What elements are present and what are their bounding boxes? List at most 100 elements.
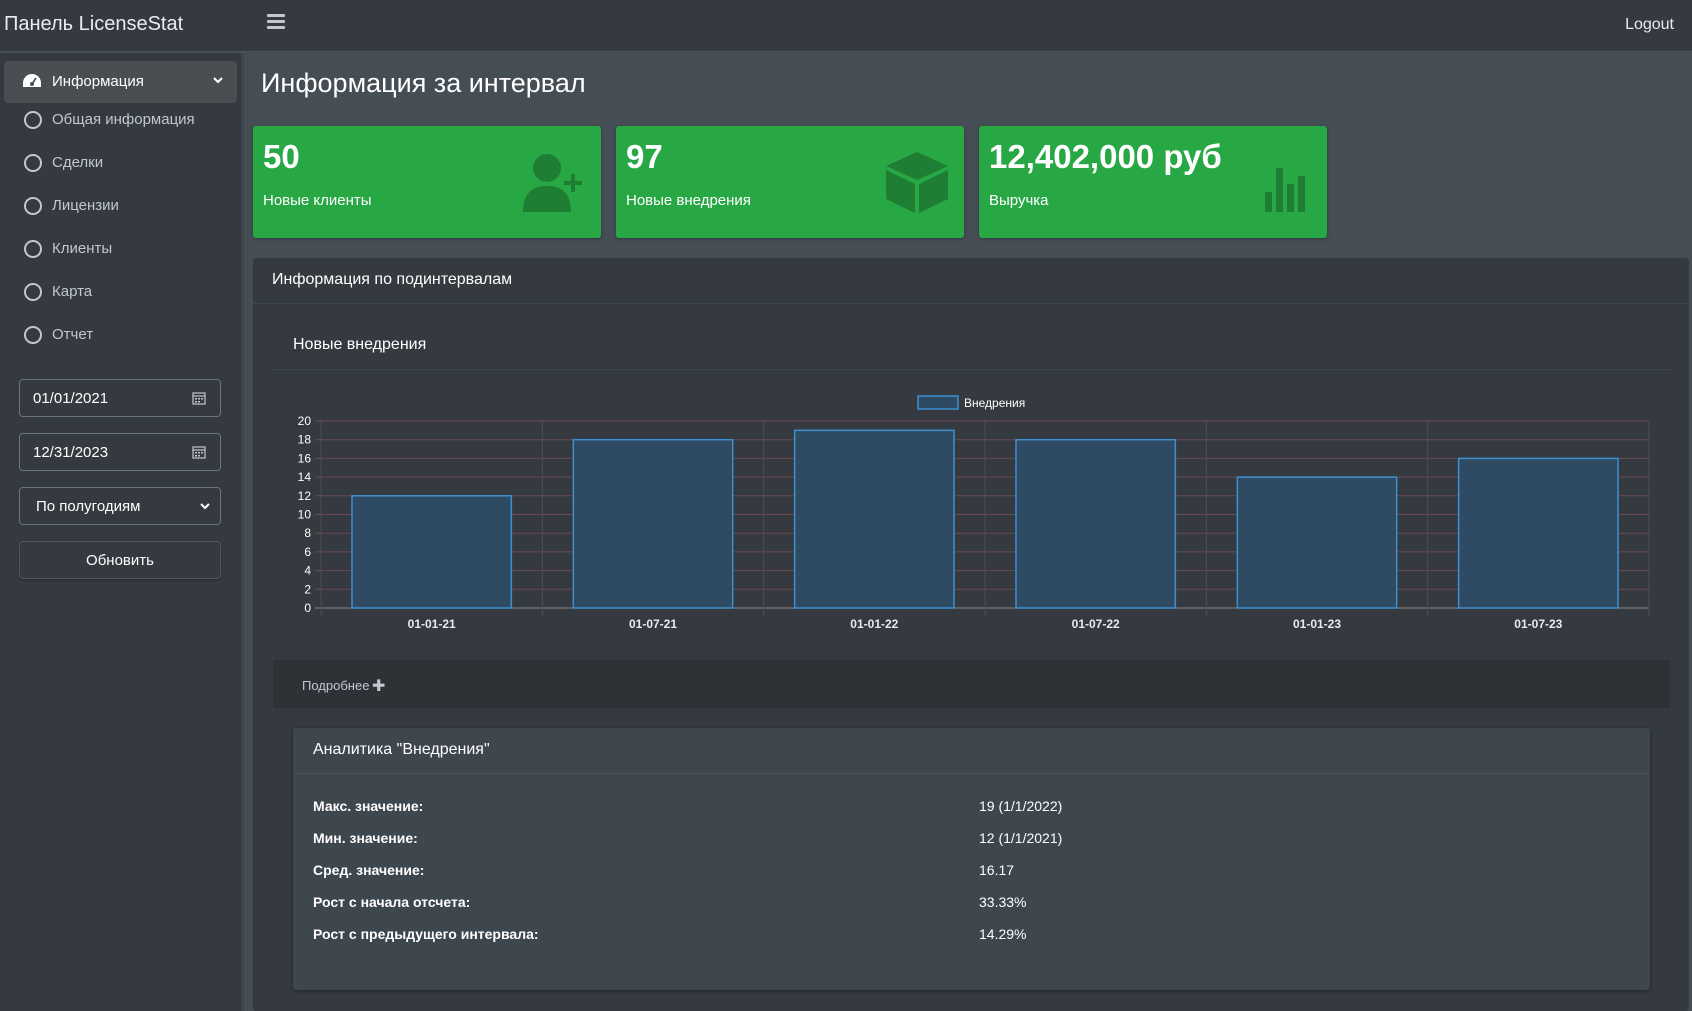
- y-tick-label: 12: [298, 489, 312, 503]
- circle-icon: [24, 283, 42, 301]
- user-plus-icon: [523, 154, 582, 212]
- deployments-bar-chart: 0 2 4 6 8 10 12 14 16 18 20 01-01-21 01-07-21 01-01-2…: [298, 395, 1650, 631]
- menu-toggle-icon[interactable]: [267, 14, 285, 30]
- date-to-value: 12/31/2023: [33, 444, 109, 461]
- page-title: Информация за интервал: [261, 68, 586, 98]
- legend-swatch: [917, 395, 959, 410]
- bar: [351, 495, 513, 609]
- date-to-input[interactable]: 12/31/2023: [19, 433, 221, 471]
- y-tick-label: 4: [304, 564, 311, 578]
- analytics-key: Макс. значение:: [313, 798, 424, 814]
- chart-card: Новые внедрения 0 2 4 6 8 10 12 14 16 18 20 01-01-2…: [273, 319, 1670, 709]
- interval-select-value: По полугодиям: [36, 498, 141, 515]
- bar: [793, 429, 955, 609]
- interval-select[interactable]: По полугодиям: [19, 487, 221, 525]
- sidebar-item-report[interactable]: Отчет: [4, 316, 237, 354]
- legend-label: Внедрения: [964, 396, 1025, 410]
- subinterval-card-title: Информация по подинтервалам: [272, 271, 513, 288]
- sidebar-item-label: Лицензии: [52, 197, 119, 214]
- x-tick-label: 01-01-22: [850, 617, 898, 631]
- stat-label: Выручка: [989, 192, 1049, 209]
- analytics-key: Сред. значение:: [313, 862, 425, 878]
- analytics-row: Мин. значение: 12 (1/1/2021): [313, 830, 1633, 854]
- x-tick-label: 01-01-23: [1293, 617, 1341, 631]
- analytics-value: 14.29%: [979, 926, 1027, 942]
- y-tick-label: 20: [298, 414, 312, 428]
- y-tick-label: 6: [304, 545, 311, 559]
- analytics-value: 16.17: [979, 862, 1015, 878]
- top-navbar: Панель LicenseStat Logout: [0, 0, 1692, 52]
- refresh-button[interactable]: Обновить: [19, 541, 221, 579]
- bar: [1236, 476, 1398, 609]
- details-toggle[interactable]: Подробнее ✚: [273, 660, 1670, 708]
- x-tick-label: 01-07-21: [629, 617, 677, 631]
- analytics-key: Рост с начала отсчета:: [313, 894, 471, 910]
- stat-value: 97: [626, 138, 663, 175]
- logout-link[interactable]: Logout: [1625, 16, 1674, 34]
- chart-title: Новые внедрения: [293, 336, 427, 353]
- circle-icon: [24, 197, 42, 215]
- details-label: Подробнее: [302, 678, 370, 693]
- brand-title[interactable]: Панель LicenseStat: [4, 13, 183, 36]
- sidebar-item-label: Клиенты: [52, 240, 113, 257]
- date-from-value: 01/01/2021: [33, 390, 109, 407]
- analytics-value: 12 (1/1/2021): [979, 830, 1063, 846]
- analytics-key: Мин. значение:: [313, 830, 418, 846]
- dashboard-icon: [23, 74, 41, 87]
- x-tick-label: 01-07-22: [1072, 617, 1120, 631]
- sidebar-item-label: Отчет: [52, 326, 94, 343]
- circle-icon: [24, 111, 42, 129]
- sidebar-item-label: Общая информация: [52, 111, 195, 128]
- date-from-input[interactable]: 01/01/2021: [19, 379, 221, 417]
- y-tick-label: 18: [298, 433, 312, 447]
- analytics-value: 33.33%: [979, 894, 1027, 910]
- sidebar-item-label: Сделки: [52, 154, 104, 171]
- bar: [572, 438, 734, 609]
- bar-chart-icon: [1265, 168, 1305, 212]
- analytics-card: Аналитика "Внедрения" Макс. значение: 19…: [293, 728, 1650, 990]
- analytics-key: Рост с предыдущего интервала:: [313, 926, 539, 942]
- y-tick-label: 16: [298, 451, 312, 465]
- stat-label: Новые внедрения: [626, 192, 751, 209]
- circle-icon: [24, 240, 42, 258]
- sidebar-item-deals[interactable]: Сделки: [4, 144, 237, 182]
- sidebar-item-info[interactable]: Информация: [4, 61, 237, 103]
- circle-icon: [24, 154, 42, 172]
- stat-box-new-deployments: 97 Новые внедрения: [616, 126, 964, 238]
- sidebar: Информация Общая информация Сделки Лицен…: [0, 53, 244, 1011]
- plus-icon: ✚: [372, 678, 386, 695]
- analytics-row: Сред. значение: 16.17: [313, 862, 1633, 886]
- bar: [1457, 457, 1619, 609]
- stat-value: 12,402,000 руб: [989, 138, 1222, 175]
- sidebar-item-licenses[interactable]: Лицензии: [4, 187, 237, 225]
- y-tick-label: 2: [304, 582, 311, 596]
- analytics-row: Рост с предыдущего интервала: 14.29%: [313, 926, 1633, 950]
- y-tick-label: 14: [298, 470, 312, 484]
- x-tick-label: 01-07-23: [1514, 617, 1562, 631]
- stat-value: 50: [263, 138, 300, 175]
- chevron-down-icon: [200, 503, 210, 510]
- bar: [1015, 438, 1177, 609]
- stat-box-new-clients: 50 Новые клиенты: [253, 126, 601, 238]
- stat-box-revenue: 12,402,000 руб Выручка: [979, 126, 1327, 238]
- sidebar-item-map[interactable]: Карта: [4, 273, 237, 311]
- analytics-title: Аналитика "Внедрения": [313, 741, 490, 758]
- chevron-down-icon: [213, 77, 223, 84]
- sidebar-item-label: Информация: [52, 73, 144, 90]
- calendar-icon[interactable]: [192, 445, 206, 459]
- calendar-icon[interactable]: [192, 391, 206, 405]
- y-tick-label: 8: [304, 526, 311, 540]
- sidebar-item-clients[interactable]: Клиенты: [4, 230, 237, 268]
- sidebar-item-general[interactable]: Общая информация: [4, 101, 237, 139]
- subinterval-card-header: Информация по подинтервалам: [253, 258, 1689, 304]
- sidebar-item-label: Карта: [52, 283, 93, 300]
- analytics-row: Рост с начала отсчета: 33.33%: [313, 894, 1633, 918]
- y-tick-label: 0: [304, 601, 311, 615]
- stat-label: Новые клиенты: [263, 192, 372, 209]
- x-tick-label: 01-01-21: [408, 617, 456, 631]
- analytics-row: Макс. значение: 19 (1/1/2022): [313, 798, 1633, 822]
- y-tick-label: 10: [298, 508, 312, 522]
- analytics-card-header: Аналитика "Внедрения": [293, 728, 1650, 774]
- cube-icon: [886, 152, 948, 213]
- circle-icon: [24, 326, 42, 344]
